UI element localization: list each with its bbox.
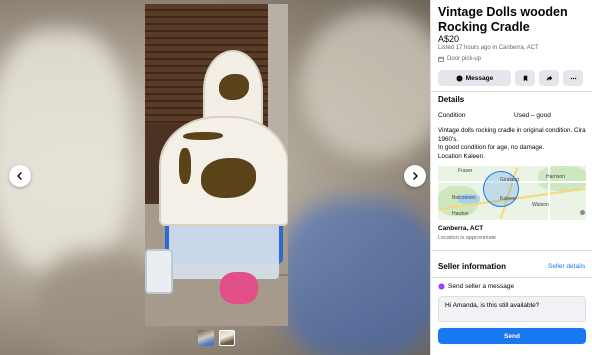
map-label-hawker: Hawker — [452, 211, 469, 217]
bookmark-icon — [523, 75, 527, 81]
action-buttons: Message — [438, 70, 583, 86]
pickup-label: Door pick-up — [447, 56, 482, 62]
send-message-heading-label: Send seller a message — [448, 283, 515, 290]
location-name: Canberra, ACT — [438, 225, 484, 232]
divider — [431, 277, 592, 278]
details-heading: Details — [438, 95, 465, 104]
share-button[interactable] — [539, 70, 559, 86]
message-button[interactable]: Message — [438, 70, 511, 86]
info-icon[interactable] — [580, 210, 585, 215]
listing-title: Vintage Dolls wooden Rocking Cradle — [438, 5, 568, 34]
listing-time-location: Listed 17 hours ago in Canberra, ACT — [438, 45, 539, 51]
messenger-icon — [438, 283, 445, 290]
pickup-info: Door pick-up — [438, 56, 481, 62]
listing-panel: Vintage Dolls wooden Rocking Cradle A$20… — [430, 0, 592, 355]
share-icon — [546, 75, 552, 81]
photo-bucket — [145, 249, 173, 294]
seller-heading: Seller information — [438, 262, 507, 271]
condition-label: Condition — [438, 112, 466, 119]
listing-price: A$20 — [438, 34, 460, 44]
save-button[interactable] — [515, 70, 535, 86]
listing-photo — [145, 4, 288, 326]
map-label-belconnen: Belconnen — [452, 195, 476, 201]
message-input[interactable]: Hi Amanda, is this still available? — [438, 296, 586, 322]
thumbnail-2[interactable] — [219, 330, 235, 346]
send-button[interactable]: Send — [438, 328, 586, 344]
chevron-left-icon — [17, 172, 22, 180]
box-icon — [438, 56, 444, 62]
message-button-label: Message — [465, 74, 494, 82]
seller-details-link[interactable]: Seller details — [548, 263, 585, 270]
more-dots-icon — [570, 77, 576, 79]
map-label-fraser: Fraser — [458, 168, 473, 174]
send-message-heading: Send seller a message — [438, 283, 514, 290]
condition-value: Used – good — [514, 112, 551, 119]
divider — [431, 91, 592, 92]
divider — [431, 250, 592, 251]
messenger-icon — [456, 74, 463, 82]
more-options-button[interactable] — [563, 70, 583, 86]
photo-towel — [220, 272, 258, 304]
map-label-harrison: Harrison — [546, 174, 565, 180]
previous-image-button[interactable] — [9, 165, 31, 187]
location-note: Location is approximate — [438, 235, 497, 241]
listing-description: Vintage dolls rocking cradle in original… — [438, 127, 586, 160]
photo-storage-box-lower — [169, 224, 279, 279]
thumbnail-strip — [198, 330, 235, 346]
map-label-watson: Watson — [532, 202, 549, 208]
image-viewer — [0, 0, 430, 355]
next-image-button[interactable] — [404, 165, 426, 187]
photo-cradle-footboard — [159, 116, 288, 226]
chevron-right-icon — [413, 172, 418, 180]
location-map[interactable]: Fraser Giralang Harrison Belconnen Kalee… — [438, 166, 586, 220]
thumbnail-1[interactable] — [198, 330, 214, 346]
map-label-kaleen: Kaleen — [500, 196, 516, 202]
map-label-giralang: Giralang — [500, 177, 519, 183]
